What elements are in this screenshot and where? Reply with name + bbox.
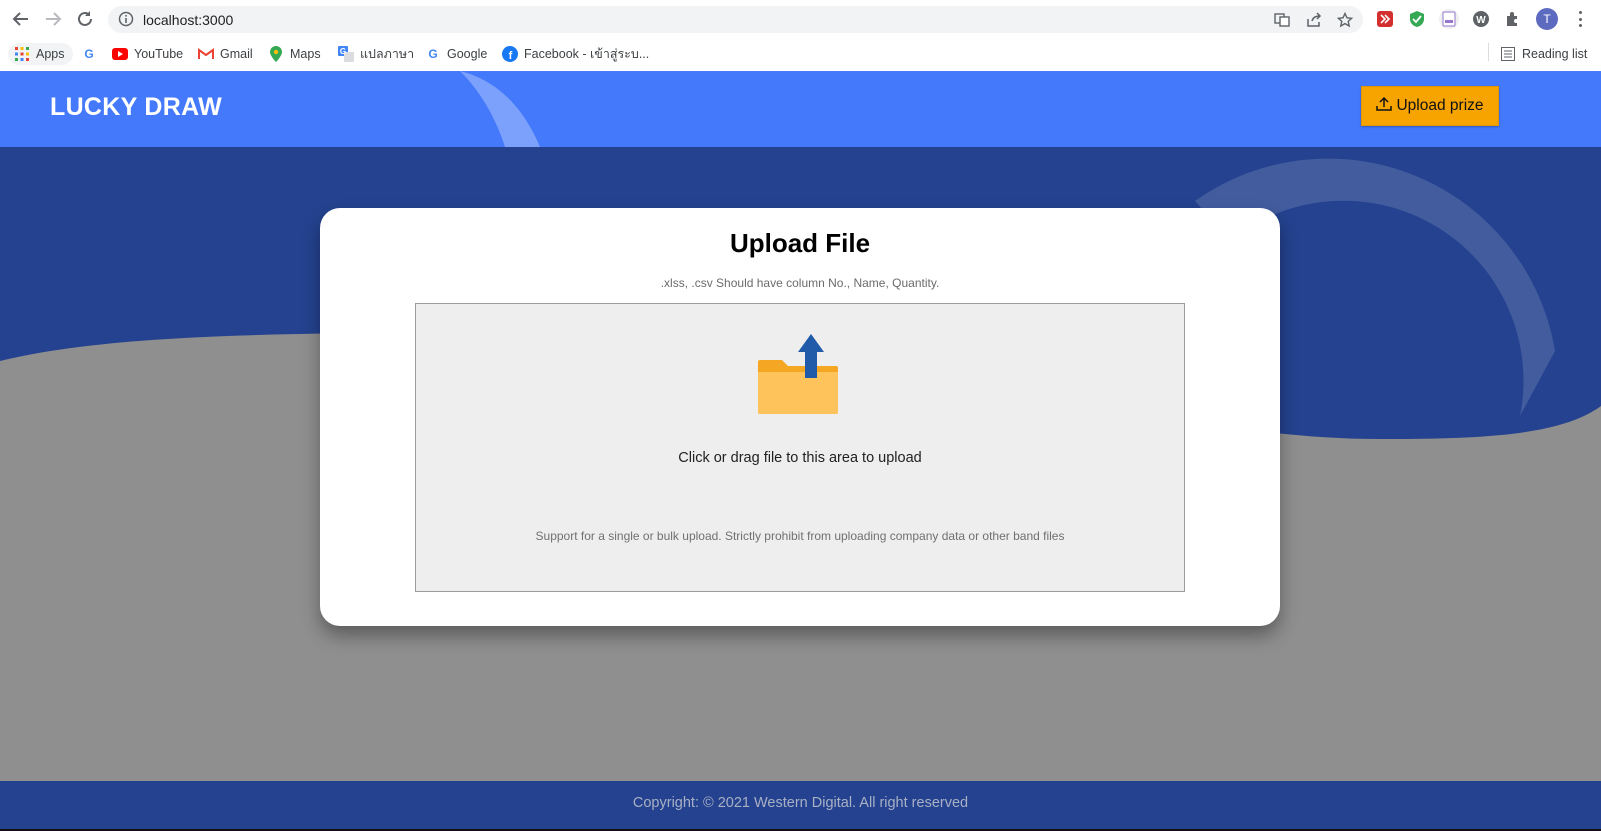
- shield-icon[interactable]: [1407, 9, 1427, 29]
- page-footer: Copyright: © 2021 Western Digital. All r…: [0, 781, 1601, 831]
- app-header: LUCKY DRAW Upload prize: [0, 71, 1601, 147]
- google-icon: G: [84, 47, 94, 61]
- bookmark-label: แปลภาษา: [360, 47, 415, 61]
- bookmark-label: Facebook - เข้าสู่ระบ...: [524, 47, 650, 61]
- bookmark-facebook[interactable]: f Facebook - เข้าสู่ระบ...: [502, 43, 649, 65]
- bookmark-google[interactable]: G Google: [425, 43, 487, 65]
- bookmark-maps[interactable]: Maps: [268, 43, 321, 65]
- bookmark-label: Maps: [290, 47, 321, 61]
- browser-toolbar: localhost:3000 W T: [0, 0, 1601, 38]
- page-content: LUCKY DRAW Upload prize Upload File .xls…: [0, 71, 1601, 831]
- site-info-icon[interactable]: [118, 11, 134, 32]
- bookmarks-divider: [1488, 43, 1489, 61]
- back-icon[interactable]: [10, 8, 32, 30]
- translate-icon: G: [338, 46, 354, 62]
- share-icon[interactable]: [1305, 11, 1323, 29]
- reading-list-icon: [1500, 46, 1516, 62]
- youtube-icon: [112, 46, 128, 62]
- upload-prize-label: Upload prize: [1396, 97, 1484, 114]
- bookmark-youtube[interactable]: YouTube: [112, 43, 183, 65]
- svg-text:G: G: [340, 47, 346, 56]
- apps-grid-icon: [14, 46, 30, 62]
- extension-red-icon[interactable]: [1375, 9, 1395, 29]
- bookmark-label: Apps: [36, 47, 65, 61]
- folder-upload-icon: [756, 334, 842, 421]
- extensions-puzzle-icon[interactable]: [1503, 9, 1523, 29]
- reading-list[interactable]: Reading list: [1500, 43, 1587, 65]
- upload-icon: [1376, 96, 1393, 117]
- bookmark-label: Gmail: [220, 47, 253, 61]
- card-subtitle: .xlss, .csv Should have column No., Name…: [660, 276, 940, 290]
- bookmark-star-icon[interactable]: [1336, 11, 1354, 29]
- url-text[interactable]: localhost:3000: [143, 12, 233, 28]
- forward-icon[interactable]: [42, 8, 64, 30]
- file-dropzone[interactable]: Click or drag file to this area to uploa…: [415, 303, 1185, 592]
- maps-pin-icon: [268, 46, 284, 62]
- google-icon: G: [428, 47, 438, 61]
- svg-text:W: W: [1476, 15, 1486, 26]
- bookmark-label: Google: [447, 47, 488, 61]
- reading-list-label: Reading list: [1522, 47, 1588, 61]
- svg-text:f: f: [509, 50, 513, 62]
- app-brand: LUCKY DRAW: [50, 93, 222, 121]
- card-title: Upload File: [729, 228, 871, 258]
- dropzone-instruction: Click or drag file to this area to uploa…: [678, 450, 922, 466]
- address-bar[interactable]: localhost:3000: [108, 6, 1363, 33]
- copyright-text: Copyright: © 2021 Western Digital. All r…: [632, 795, 969, 811]
- bookmarks-bar: Apps G YouTube Gmail Maps G แปลภาษา G Go…: [0, 38, 1601, 72]
- bookmark-apps[interactable]: Apps: [8, 43, 73, 65]
- gmail-icon: [198, 46, 214, 62]
- dropzone-hint: Support for a single or bulk upload. Str…: [535, 529, 1065, 543]
- facebook-icon: f: [502, 46, 518, 62]
- upload-card: Upload File .xlss, .csv Should have colu…: [320, 208, 1280, 626]
- bookmark-label: YouTube: [134, 47, 184, 61]
- browser-menu-icon[interactable]: [1572, 9, 1588, 29]
- profile-avatar[interactable]: T: [1536, 8, 1558, 30]
- translate-page-icon[interactable]: [1273, 11, 1291, 29]
- wordpress-icon[interactable]: W: [1471, 9, 1491, 29]
- reload-icon[interactable]: [74, 8, 96, 30]
- pdf-icon[interactable]: [1439, 9, 1459, 29]
- upload-prize-button[interactable]: Upload prize: [1361, 86, 1499, 126]
- bookmark-google-g[interactable]: G: [81, 43, 97, 65]
- bookmark-translate[interactable]: G แปลภาษา: [338, 43, 414, 65]
- bookmark-gmail[interactable]: Gmail: [198, 43, 253, 65]
